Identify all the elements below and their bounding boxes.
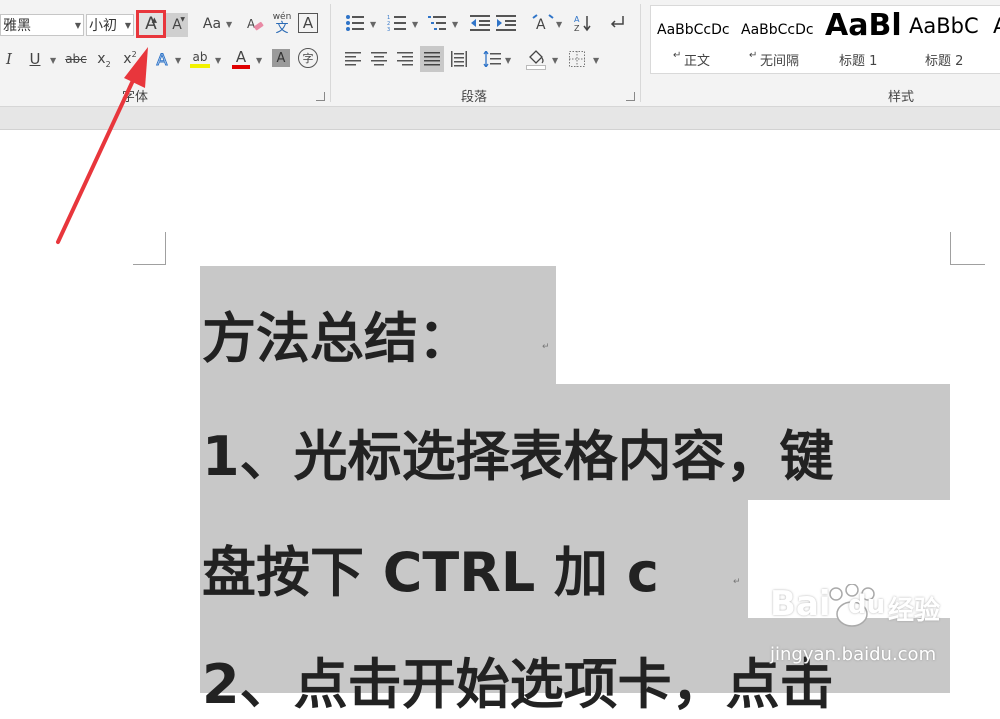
watermark-url: jingyan.baidu.com xyxy=(770,644,937,665)
watermark-du: du xyxy=(848,590,886,620)
watermark-cn: 经验 xyxy=(888,596,941,626)
watermark-text: Bai xyxy=(770,584,831,624)
baidu-watermark: Bai du 经验 jingyan.baidu.com xyxy=(760,580,960,675)
